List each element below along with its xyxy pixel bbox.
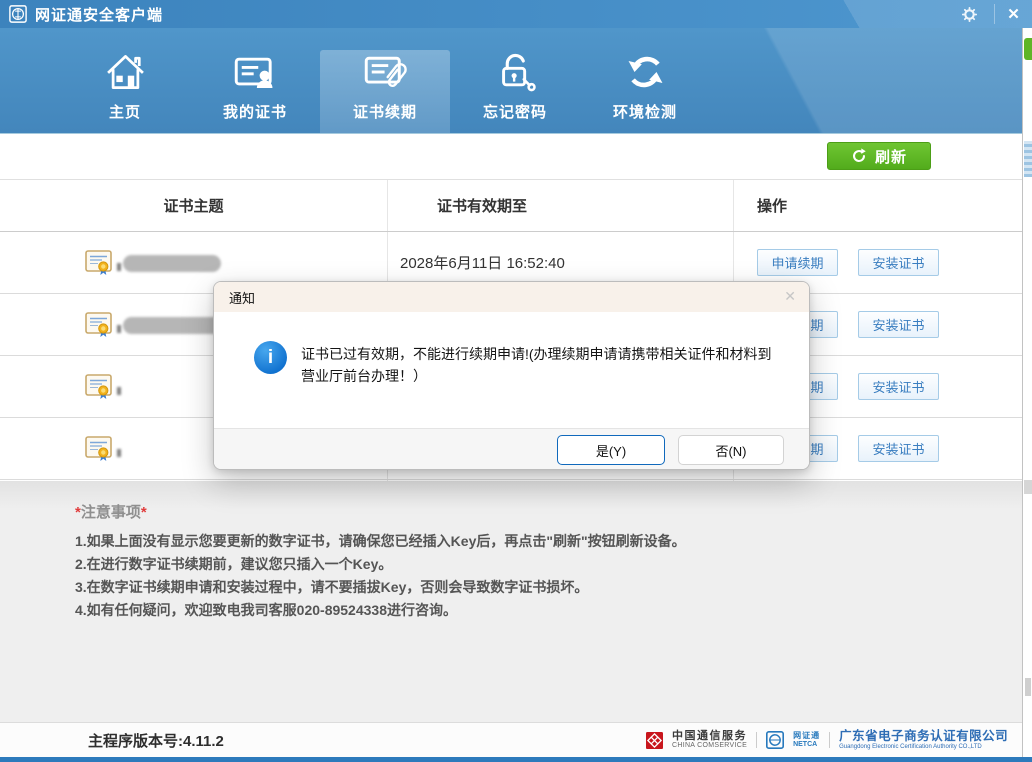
info-icon: i <box>254 341 287 374</box>
window-title: 网证通安全客户端 <box>35 0 163 28</box>
toolbar: 刷新 <box>0 133 1022 180</box>
notes-section: *注意事项* 1.如果上面没有显示您要更新的数字证书，请确保您已经插入Key后，… <box>0 481 1022 722</box>
app-logo-icon <box>9 5 27 23</box>
my-certificates-icon <box>232 50 279 94</box>
china-comservice-en: CHINA COMSERVICE <box>672 742 747 750</box>
background-window-strip <box>1022 28 1032 757</box>
close-icon: ✕ <box>1007 5 1020 23</box>
gear-icon <box>962 7 977 22</box>
nav-tab-certificate-renewal[interactable]: 证书续期 <box>320 50 450 133</box>
nav-tab-environment-check[interactable]: 环境检测 <box>580 28 710 133</box>
netca-cn: 网证通 <box>793 731 820 740</box>
note-item: 4.如有任何疑问，欢迎致电我司客服020-89524338进行咨询。 <box>75 599 686 622</box>
certificate-renewal-icon <box>362 50 409 94</box>
install-certificate-button[interactable]: 安装证书 <box>858 435 939 462</box>
nav-tab-home[interactable]: 主页 <box>60 28 190 133</box>
china-comservice-logo-icon <box>646 732 663 749</box>
redacted-subject <box>123 255 221 272</box>
dialog-close-icon[interactable]: ✕ <box>784 289 796 303</box>
app-window: 网证通安全客户端 ✕ <box>0 0 1032 762</box>
install-certificate-button[interactable]: 安装证书 <box>858 311 939 338</box>
refresh-icon <box>851 148 867 164</box>
gdca-company-cn: 广东省电子商务认证有限公司 <box>839 729 1008 743</box>
background-window-fragment <box>1025 678 1031 696</box>
logo-divider <box>829 732 830 748</box>
column-header-valid-until: 证书有效期至 <box>437 180 527 231</box>
nav-tab-label: 忘记密码 <box>483 101 547 122</box>
asterisk: * <box>141 504 147 521</box>
table-header: 证书主题 证书有效期至 操作 <box>0 180 1022 232</box>
home-icon <box>102 50 149 94</box>
logo-divider <box>756 732 757 748</box>
footer: 主程序版本号:4.11.2 中国通信服务 CHINA COMSERVICE 网 <box>0 722 1022 757</box>
window-close-button[interactable]: ✕ <box>995 0 1032 28</box>
install-certificate-button[interactable]: 安装证书 <box>858 373 939 400</box>
china-comservice-cn: 中国通信服务 <box>672 730 747 743</box>
forgot-password-icon <box>492 50 539 94</box>
install-certificate-button[interactable]: 安装证书 <box>858 249 939 276</box>
apply-renewal-button[interactable]: 申请续期 <box>757 249 838 276</box>
note-item: 3.在数字证书续期申请和安装过程中，请不要插拔Key，否则会导致数字证书损坏。 <box>75 576 686 599</box>
footer-logos: 中国通信服务 CHINA COMSERVICE 网证通 NETCA 广东省电子商… <box>646 723 1008 757</box>
navbar: 主页 我的证书 <box>0 28 1022 134</box>
dialog-message-line: 证书已过有效期，不能进行续期申请!(办理续期申请请携带相关证件和材料到 <box>301 343 783 365</box>
note-item: 1.如果上面没有显示您要更新的数字证书，请确保您已经插入Key后，再点击"刷新"… <box>75 530 686 553</box>
nav-tab-label: 环境检测 <box>613 101 677 122</box>
nav-tab-label: 我的证书 <box>223 101 287 122</box>
version-label: 主程序版本号:4.11.2 <box>88 723 224 757</box>
environment-check-icon <box>622 50 669 94</box>
column-header-subject: 证书主题 <box>0 180 387 231</box>
notes-title-text: 注意事项 <box>81 504 141 521</box>
dialog-message: 证书已过有效期，不能进行续期申请!(办理续期申请请携带相关证件和材料到 营业厅前… <box>301 343 783 387</box>
background-window-fragment <box>1024 480 1032 494</box>
certificate-icon <box>85 435 112 462</box>
notes-list: 1.如果上面没有显示您要更新的数字证书，请确保您已经插入Key后，再点击"刷新"… <box>75 530 686 622</box>
dialog-message-line: 营业厅前台办理！） <box>301 365 783 387</box>
nav-tab-label: 证书续期 <box>353 101 417 122</box>
yes-button[interactable]: 是(Y) <box>557 435 665 465</box>
background-window-fragment <box>1024 38 1032 60</box>
refresh-button[interactable]: 刷新 <box>827 142 931 170</box>
no-button[interactable]: 否(N) <box>678 435 784 465</box>
certificate-icon <box>85 311 112 338</box>
notification-dialog: 通知 ✕ i 证书已过有效期，不能进行续期申请!(办理续期申请请携带相关证件和材… <box>213 281 810 470</box>
column-header-actions: 操作 <box>757 180 787 231</box>
dialog-footer: 是(Y) 否(N) <box>214 428 809 469</box>
background-window-fragment <box>1024 141 1032 177</box>
settings-button[interactable] <box>946 0 992 28</box>
dialog-title: 通知 <box>229 288 255 307</box>
gdca-company-en: Guangdong Electronic Certification Autho… <box>839 744 1008 751</box>
certificate-icon <box>85 249 112 276</box>
nav-items: 主页 我的证书 <box>60 28 710 133</box>
titlebar: 网证通安全客户端 ✕ <box>0 0 1032 28</box>
netca-logo-icon <box>766 731 784 749</box>
note-item: 2.在进行数字证书续期前，建议您只插入一个Key。 <box>75 553 686 576</box>
notes-title: *注意事项* <box>75 501 147 522</box>
nav-tab-my-certificates[interactable]: 我的证书 <box>190 28 320 133</box>
netca-en: NETCA <box>793 741 820 749</box>
refresh-label: 刷新 <box>875 146 907 167</box>
background-taskbar-strip <box>0 757 1032 762</box>
nav-tab-label: 主页 <box>109 101 141 122</box>
certificate-icon <box>85 373 112 400</box>
nav-tab-forgot-password[interactable]: 忘记密码 <box>450 28 580 133</box>
dialog-titlebar: 通知 <box>214 282 809 312</box>
dialog-body: i 证书已过有效期，不能进行续期申请!(办理续期申请请携带相关证件和材料到 营业… <box>214 312 809 431</box>
